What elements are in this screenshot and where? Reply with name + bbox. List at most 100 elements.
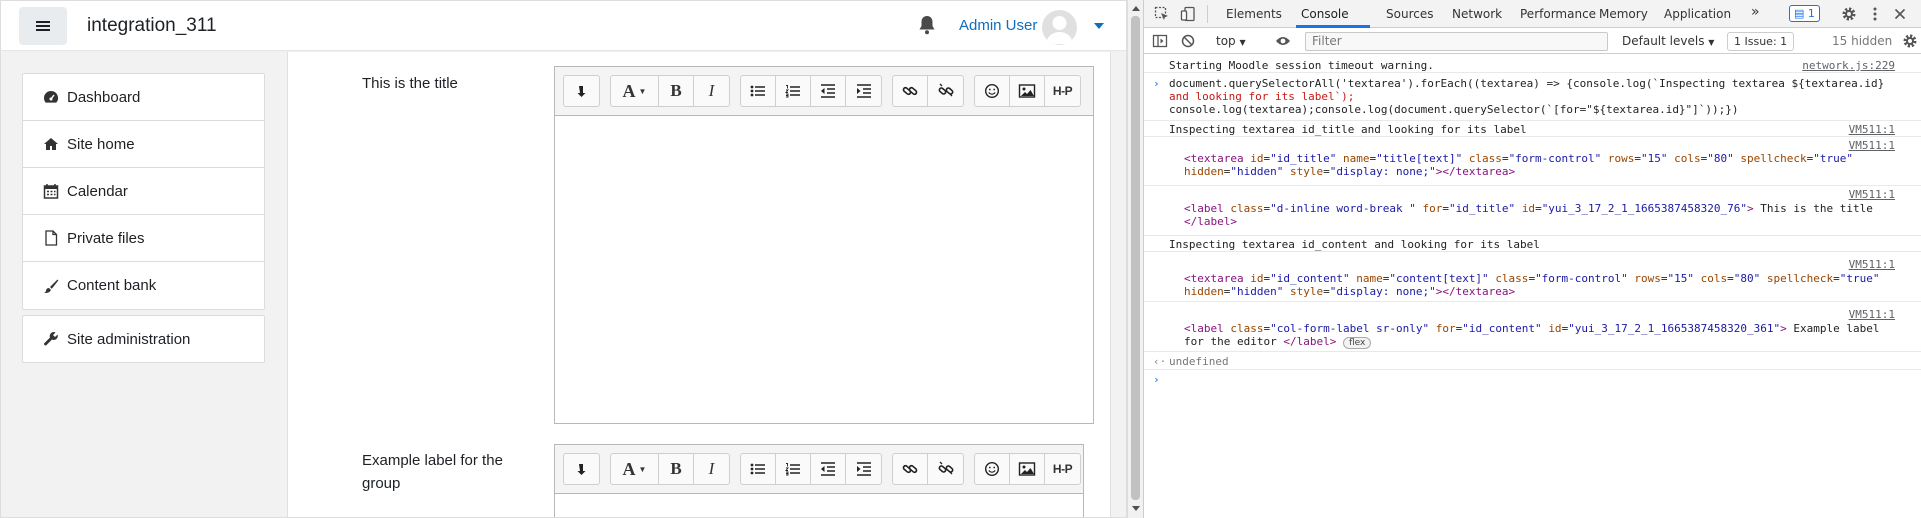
toolbar-paragraph-styles-button[interactable]: A ▼ [611,76,659,106]
console-source-link[interactable]: VM511:1 [1849,308,1895,321]
tab-console[interactable]: Console [1301,7,1349,21]
toolbar-group-style: A ▼ B I [610,453,730,485]
drawer-item-label: Site home [67,135,135,153]
toolbar-link-button[interactable] [893,76,928,106]
textarea-element-line-2[interactable]: hidden="hidden" style="display: none;"><… [1184,285,1515,298]
toolbar-italic-button[interactable]: I [694,454,729,484]
log-levels-value: Default levels [1622,34,1705,48]
drawer-item-site-administration[interactable]: Site administration [23,316,264,362]
toolbar-bold-button[interactable]: B [659,76,694,106]
link-icon [902,86,918,96]
gear-icon[interactable] [1841,6,1857,22]
flex-badge[interactable]: flex [1342,337,1372,349]
drawer-item-content-bank[interactable]: Content bank [23,262,264,309]
messages-badge[interactable]: ▤ 1 [1789,5,1820,22]
tab-application[interactable]: Application [1664,7,1731,21]
scroll-up-icon[interactable] [1132,6,1140,11]
font-style-icon: A [622,80,636,101]
drawer-item-dashboard[interactable]: Dashboard [23,74,264,121]
toolbar-collapse-button[interactable] [564,76,599,106]
editor-content-area[interactable] [554,494,1084,517]
drawer-item-site-home[interactable]: Site home [23,121,264,168]
textarea-element-line-1[interactable]: <textarea id="id_content" name="content[… [1184,272,1880,285]
bold-icon: B [670,81,682,100]
console-source-link[interactable]: VM511:1 [1849,258,1895,271]
toolbar-h5p-button[interactable]: H-P [1045,454,1080,484]
toolbar-image-button[interactable] [1010,454,1045,484]
avatar[interactable] [1042,10,1077,45]
toolbar-ordered-list-button[interactable] [776,76,811,106]
console-source-link[interactable]: VM511:1 [1849,123,1895,136]
inspect-element-icon[interactable] [1154,6,1170,22]
toolbar-ordered-list-button[interactable] [776,454,811,484]
drawer-item-calendar[interactable]: Calendar [23,168,264,215]
toolbar-indent-button[interactable] [846,454,881,484]
toolbar-image-button[interactable] [1010,76,1045,106]
tab-elements[interactable]: Elements [1226,7,1282,21]
toolbar-unordered-list-button[interactable] [741,454,776,484]
label-element-line-1[interactable]: <label class="col-form-label sr-only" fo… [1184,322,1879,335]
console-filter-input[interactable]: Filter [1305,32,1608,51]
more-options-icon[interactable] [1867,6,1883,22]
textarea-element-line-1[interactable]: <textarea id="id_title" name="title[text… [1184,152,1853,165]
clear-console-icon[interactable] [1180,33,1196,49]
console-source-link[interactable]: VM511:1 [1849,139,1895,152]
context-selector-value: top [1216,34,1236,48]
toolbar-outdent-button[interactable] [811,454,846,484]
italic-icon: I [708,81,715,100]
toolbar-group-lists [740,75,882,107]
toolbar-collapse-button[interactable] [564,454,599,484]
drawer-nav-group: Dashboard Site home Calendar Private fil… [22,73,265,310]
hamburger-icon [36,25,50,27]
sidebar-toggle-icon[interactable] [1152,33,1168,49]
toolbar-link-button[interactable] [893,454,928,484]
site-name[interactable]: integration_311 [87,15,217,37]
tab-sources[interactable]: Sources [1386,7,1433,21]
unlink-icon [938,461,953,475]
toolbar-unordered-list-button[interactable] [741,76,776,106]
chevron-down-icon: ▼ [1708,38,1715,47]
label-element-line-2[interactable]: for the editor </label> flex [1184,335,1372,349]
console-source-link[interactable]: network.js:229 [1802,59,1895,72]
log-levels-dropdown[interactable]: Default levels ▼ [1622,34,1714,48]
eye-icon[interactable] [1275,33,1291,49]
console-message: Starting Moodle session timeout warning.… [1144,57,1921,73]
device-toolbar-icon[interactable] [1180,6,1196,22]
context-selector[interactable]: top ▼ [1216,34,1246,48]
drawer-item-private-files[interactable]: Private files [23,215,264,262]
issues-label: 1 Issue: 1 [1734,35,1788,48]
tab-network[interactable]: Network [1452,7,1502,21]
label-element-line-1[interactable]: <label class="d-inline word-break " for=… [1184,202,1873,215]
drawer-toggle-button[interactable] [19,7,67,45]
more-tabs-icon[interactable]: » [1751,4,1760,20]
scroll-down-icon[interactable] [1132,506,1140,511]
scrollbar-thumb[interactable] [1131,16,1140,500]
console-source-link[interactable]: VM511:1 [1849,188,1895,201]
page-scrollbar[interactable] [1127,0,1143,518]
toolbar-h5p-button[interactable]: H-P [1045,76,1080,106]
toolbar-outdent-button[interactable] [811,76,846,106]
drawer-item-label: Site administration [67,330,191,348]
close-icon[interactable] [1892,6,1908,22]
editor-content-area[interactable] [554,116,1094,424]
textarea-element-line-2[interactable]: hidden="hidden" style="display: none;"><… [1184,165,1515,178]
toolbar-paragraph-styles-button[interactable]: A ▼ [611,454,659,484]
user-menu-caret-icon[interactable] [1094,23,1104,29]
image-icon [1018,84,1036,98]
toolbar-emoji-button[interactable] [975,454,1010,484]
bell-icon[interactable] [918,15,936,35]
toolbar-emoji-button[interactable] [975,76,1010,106]
toolbar-unlink-button[interactable] [928,454,963,484]
toolbar-indent-button[interactable] [846,76,881,106]
console-prompt[interactable]: › [1144,370,1921,388]
tab-performance[interactable]: Performance [1520,7,1596,21]
label-element-line-2[interactable]: </label> [1184,215,1237,228]
issues-button[interactable]: 1 Issue: 1 [1727,32,1795,51]
toolbar-italic-button[interactable]: I [694,76,729,106]
tab-memory[interactable]: Memory [1599,7,1648,21]
chevron-down-icon: ▼ [638,464,647,474]
toolbar-bold-button[interactable]: B [659,454,694,484]
toolbar-unlink-button[interactable] [928,76,963,106]
user-name[interactable]: Admin User [959,17,1037,34]
gear-icon[interactable] [1902,33,1918,49]
